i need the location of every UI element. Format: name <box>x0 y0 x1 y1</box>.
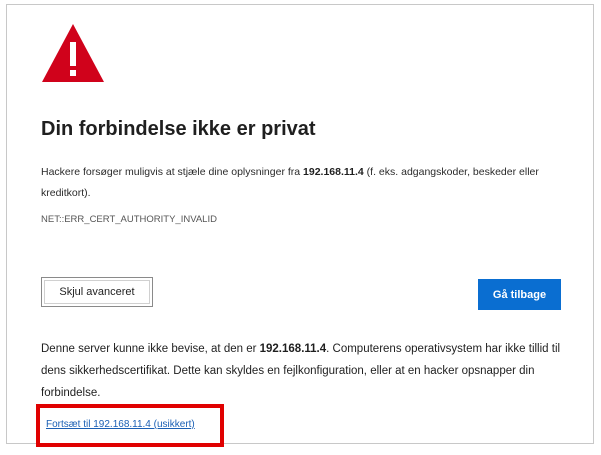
warning-description: Hackere forsøger muligvis at stjæle dine… <box>41 162 551 204</box>
go-back-button[interactable]: Gå tilbage <box>478 279 561 310</box>
advanced-details: Denne server kunne ikke bevise, at den e… <box>41 338 566 404</box>
details-text-before: Denne server kunne ikke bevise, at den e… <box>41 343 260 355</box>
hide-advanced-button[interactable]: Skjul avanceret <box>41 277 153 307</box>
page-title: Din forbindelse ikke er privat <box>41 118 316 140</box>
desc-host: 192.168.11.4 <box>303 166 364 178</box>
details-host: 192.168.11.4 <box>259 343 327 355</box>
warning-triangle-icon <box>42 24 104 82</box>
error-code: NET::ERR_CERT_AUTHORITY_INVALID <box>41 214 217 225</box>
proceed-unsafe-link[interactable]: Fortsæt til 192.168.11.4 (usikkert) <box>46 419 195 430</box>
desc-text-before: Hackere forsøger muligvis at stjæle dine… <box>41 166 304 178</box>
